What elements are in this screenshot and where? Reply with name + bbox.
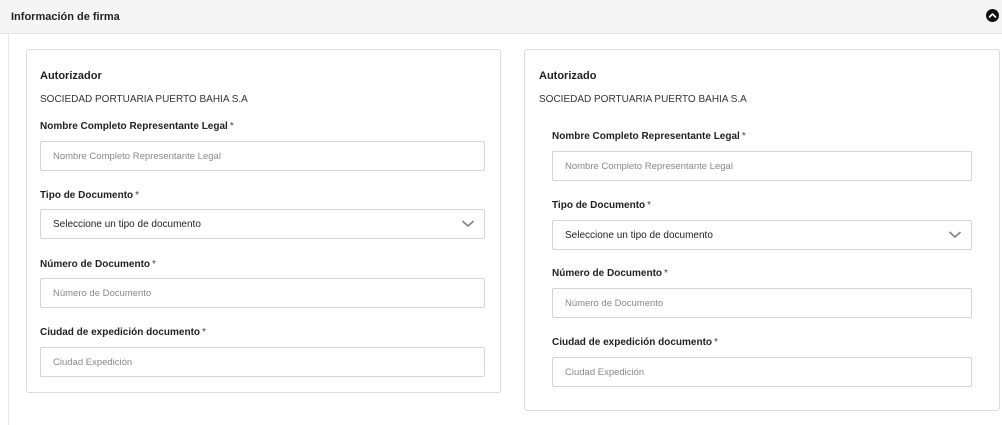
authorizer-doc-type-label: Tipo de Documento * — [40, 190, 140, 201]
authorizer-city-label: Ciudad de expedición documento * — [40, 327, 206, 338]
authorized-name-input[interactable] — [552, 151, 972, 181]
authorizer-doc-type-value: Seleccione un tipo de documento — [53, 219, 201, 230]
required-mark: * — [152, 259, 156, 270]
authorizer-name-label: Nombre Completo Representante Legal * — [40, 121, 234, 132]
authorizer-company: SOCIEDAD PORTUARIA PUERTO BAHIA S.A — [40, 94, 248, 105]
authorized-company: SOCIEDAD PORTUARIA PUERTO BAHIA S.A — [539, 94, 747, 105]
authorizer-city-input[interactable] — [40, 347, 485, 377]
chevron-down-icon — [949, 231, 961, 238]
required-mark: * — [714, 337, 718, 348]
authorizer-doc-number-label: Número de Documento * — [40, 259, 156, 270]
required-mark: * — [741, 131, 746, 142]
required-mark: * — [647, 200, 652, 211]
authorizer-doc-number-input[interactable] — [40, 278, 485, 308]
required-mark: * — [229, 121, 234, 132]
authorized-doc-type-select[interactable]: Seleccione un tipo de documento — [552, 220, 972, 250]
chevron-down-icon — [462, 220, 474, 227]
authorized-doc-number-input[interactable] — [552, 288, 972, 318]
chevron-up-icon — [988, 13, 997, 18]
authorized-name-label: Nombre Completo Representante Legal * — [552, 131, 746, 142]
authorized-heading: Autorizado — [539, 70, 597, 82]
required-mark: * — [664, 268, 668, 279]
authorizer-heading: Autorizador — [40, 70, 102, 82]
panel-title: Información de firma — [11, 11, 120, 23]
required-mark: * — [135, 190, 140, 201]
authorized-city-input[interactable] — [552, 357, 972, 387]
collapse-panel-button[interactable] — [986, 9, 999, 22]
authorized-doc-type-label: Tipo de Documento * — [552, 200, 652, 211]
authorized-doc-type-value: Seleccione un tipo de documento — [565, 230, 713, 241]
authorizer-doc-type-select[interactable]: Seleccione un tipo de documento — [40, 209, 485, 239]
panel-header: Información de firma — [0, 0, 1002, 34]
authorized-city-label: Ciudad de expedición documento * — [552, 337, 718, 348]
required-mark: * — [202, 327, 206, 338]
authorizer-name-input[interactable] — [40, 141, 485, 171]
authorized-doc-number-label: Número de Documento * — [552, 268, 668, 279]
